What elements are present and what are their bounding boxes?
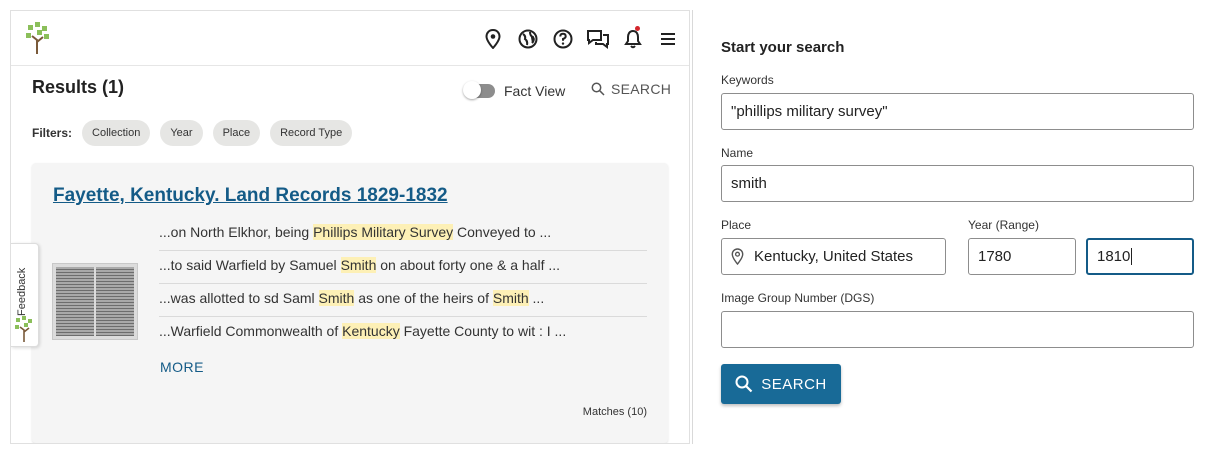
toggle-switch[interactable] <box>463 81 495 99</box>
header-icons <box>475 26 685 52</box>
snippet-text: on about forty one & a half ... <box>376 257 561 273</box>
snippet-text: ...Warfield Commonwealth of <box>159 323 343 339</box>
snippet-text: Fayette County to wit : I ... <box>399 323 567 339</box>
search-form-title: Start your search <box>721 39 845 56</box>
place-value: Kentucky, United States <box>754 248 913 265</box>
result-card: Fayette, Kentucky. Land Records 1829-183… <box>32 163 668 443</box>
keywords-value: "phillips military survey" <box>731 103 888 120</box>
tree-logo-icon[interactable] <box>25 22 51 54</box>
matches-count: Matches (10) <box>582 406 647 418</box>
search-button[interactable]: SEARCH <box>721 364 841 404</box>
record-image-thumbnail[interactable] <box>52 263 138 340</box>
name-value: smith <box>731 175 767 192</box>
tree-logo-icon <box>15 316 32 342</box>
name-field[interactable]: smith <box>721 165 1194 202</box>
keywords-label: Keywords <box>721 73 774 87</box>
snippet-text: as one of the heirs of <box>354 290 493 306</box>
fact-view-label: Fact View <box>504 83 566 99</box>
year-range-label: Year (Range) <box>968 218 1039 232</box>
location-pin-icon <box>731 248 744 265</box>
feedback-label: Feedback <box>16 267 28 316</box>
chat-icon[interactable] <box>580 26 615 52</box>
search-form-panel: Start your search Keywords "phillips mil… <box>692 10 1220 444</box>
results-title: Results (1) <box>32 77 125 97</box>
text-caret <box>1131 248 1133 265</box>
year-from-value: 1780 <box>978 248 1012 265</box>
snippet-text: ...on North Elkhor, being <box>159 224 314 240</box>
name-label: Name <box>721 146 754 160</box>
thumbnail-page-left <box>56 267 94 336</box>
thumbnail-page-right <box>96 267 134 336</box>
snippet-row: ...was allotted to sd Saml Smith as one … <box>159 284 647 317</box>
snippet-highlight: Smith <box>318 290 355 306</box>
filters-label: Filters: <box>32 126 73 140</box>
bell-icon[interactable] <box>615 26 650 52</box>
snippet-text: Conveyed to ... <box>453 224 552 240</box>
place-label: Place <box>721 218 752 232</box>
year-to-value: 1810 <box>1097 248 1131 265</box>
snippet-text: ... <box>528 290 545 306</box>
notification-dot <box>635 26 640 31</box>
results-panel: Results (1) Fact View SEARCH Filters: Co… <box>10 10 690 444</box>
snippet-list: ...on North Elkhor, being Phillips Milit… <box>159 218 647 350</box>
search-icon <box>735 375 753 393</box>
dgs-field[interactable] <box>721 311 1194 348</box>
snippet-text: ...was allotted to sd Saml <box>159 290 319 306</box>
snippet-row: ...Warfield Commonwealth of Kentucky Fay… <box>159 317 647 350</box>
top-bar <box>11 11 689 66</box>
location-pin-icon[interactable] <box>475 26 510 52</box>
snippet-row: ...on North Elkhor, being Phillips Milit… <box>159 218 647 251</box>
result-title-link[interactable]: Fayette, Kentucky. Land Records 1829-183… <box>53 185 448 207</box>
help-icon[interactable] <box>545 26 580 52</box>
year-to-field[interactable]: 1810 <box>1086 238 1194 275</box>
more-link[interactable]: MORE <box>160 359 204 375</box>
feedback-tab[interactable]: Feedback <box>11 243 39 347</box>
place-field[interactable]: Kentucky, United States <box>721 238 946 275</box>
filter-chip-year[interactable]: Year <box>160 120 203 146</box>
dgs-label: Image Group Number (DGS) <box>721 291 875 305</box>
fact-view-toggle[interactable]: Fact View <box>463 81 566 99</box>
globe-icon[interactable] <box>510 26 545 52</box>
snippet-text: ...to said Warfield by Samuel <box>159 257 341 273</box>
snippet-row: ...to said Warfield by Samuel Smith on a… <box>159 251 647 284</box>
snippet-highlight: Smith <box>492 290 529 306</box>
year-from-field[interactable]: 1780 <box>968 238 1076 275</box>
snippet-highlight: Smith <box>340 257 377 273</box>
filter-chip-place[interactable]: Place <box>212 120 261 146</box>
menu-icon[interactable] <box>650 26 685 52</box>
filter-chip-record-type[interactable]: Record Type <box>270 120 353 146</box>
snippet-highlight: Phillips Military Survey <box>313 224 454 240</box>
keywords-field[interactable]: "phillips military survey" <box>721 93 1194 130</box>
filters-bar: Filters: Collection Year Place Record Ty… <box>32 120 353 146</box>
search-button-label: SEARCH <box>761 375 827 393</box>
search-link-label: SEARCH <box>611 81 672 97</box>
filter-chip-collection[interactable]: Collection <box>82 120 151 146</box>
snippet-highlight: Kentucky <box>342 323 400 339</box>
search-icon <box>591 82 605 96</box>
search-link[interactable]: SEARCH <box>591 81 671 97</box>
